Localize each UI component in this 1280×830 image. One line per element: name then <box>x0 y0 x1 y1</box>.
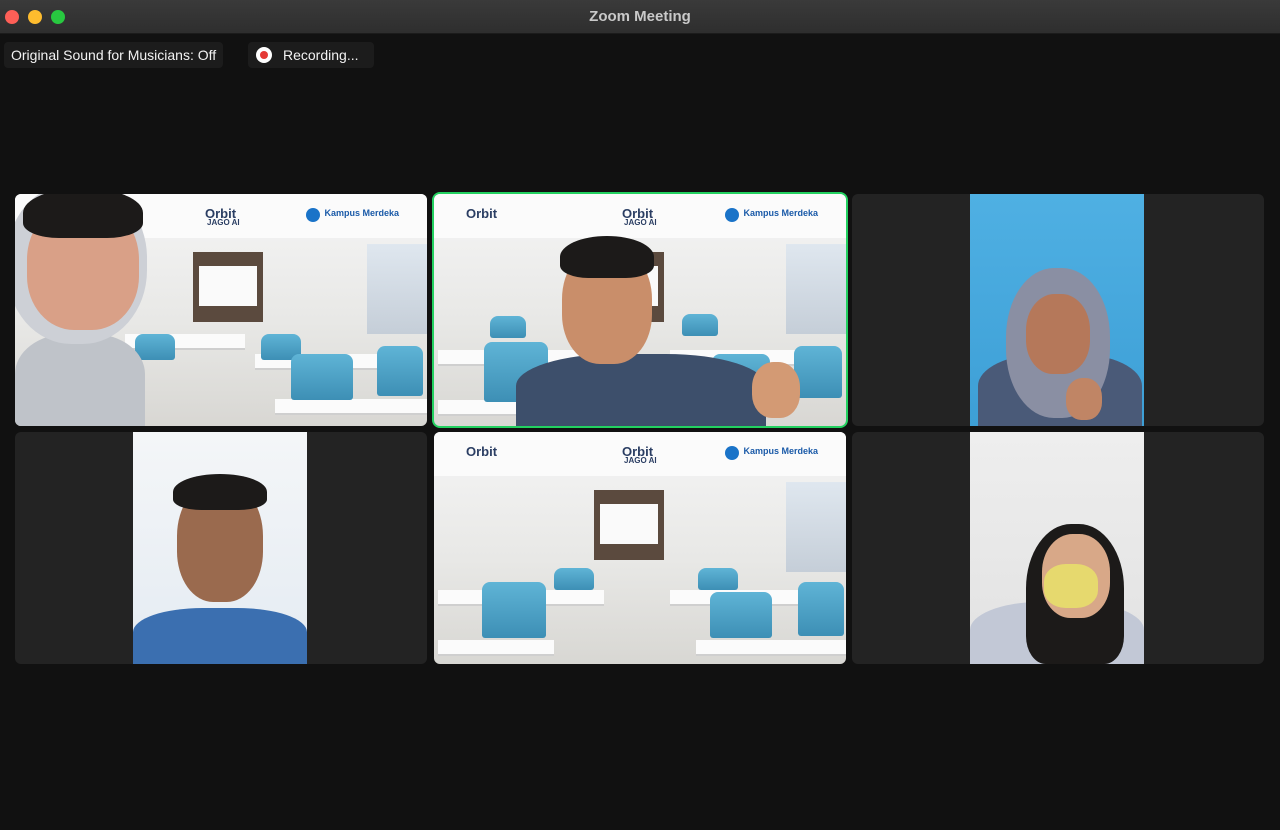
recording-label: Recording... <box>283 47 359 63</box>
participant-video <box>970 432 1144 664</box>
video-tile[interactable]: Orbit JAGO AI Kampus Merdeka <box>15 194 427 426</box>
participant-video: Orbit Orbit JAGO AI Kampus Merdeka <box>434 194 846 426</box>
participant-video <box>970 194 1144 426</box>
recording-indicator[interactable]: Recording... <box>248 42 374 68</box>
video-tile[interactable]: Orbit Orbit JAGO AI Kampus Merdeka <box>434 432 846 664</box>
kampus-merdeka-logo: Kampus Merdeka <box>306 208 399 222</box>
orbit-logo: Orbit <box>466 206 498 221</box>
window-titlebar: Zoom Meeting <box>0 0 1280 34</box>
record-icon <box>256 47 272 63</box>
participant-video: Orbit Orbit JAGO AI Kampus Merdeka <box>434 432 846 664</box>
video-tile[interactable] <box>852 194 1264 426</box>
original-sound-indicator[interactable]: Original Sound for Musicians: Off <box>4 42 224 68</box>
orbit-logo: Orbit <box>466 444 498 459</box>
video-tile-active-speaker[interactable]: Orbit Orbit JAGO AI Kampus Merdeka <box>432 192 848 428</box>
kampus-merdeka-logo: Kampus Merdeka <box>725 446 818 460</box>
kampus-merdeka-logo: Kampus Merdeka <box>725 208 818 222</box>
video-tile[interactable] <box>15 432 427 664</box>
window-title: Zoom Meeting <box>589 8 691 25</box>
participant-video <box>133 432 307 664</box>
participant-video: Orbit JAGO AI Kampus Merdeka <box>15 194 427 426</box>
video-tile[interactable] <box>852 432 1264 664</box>
